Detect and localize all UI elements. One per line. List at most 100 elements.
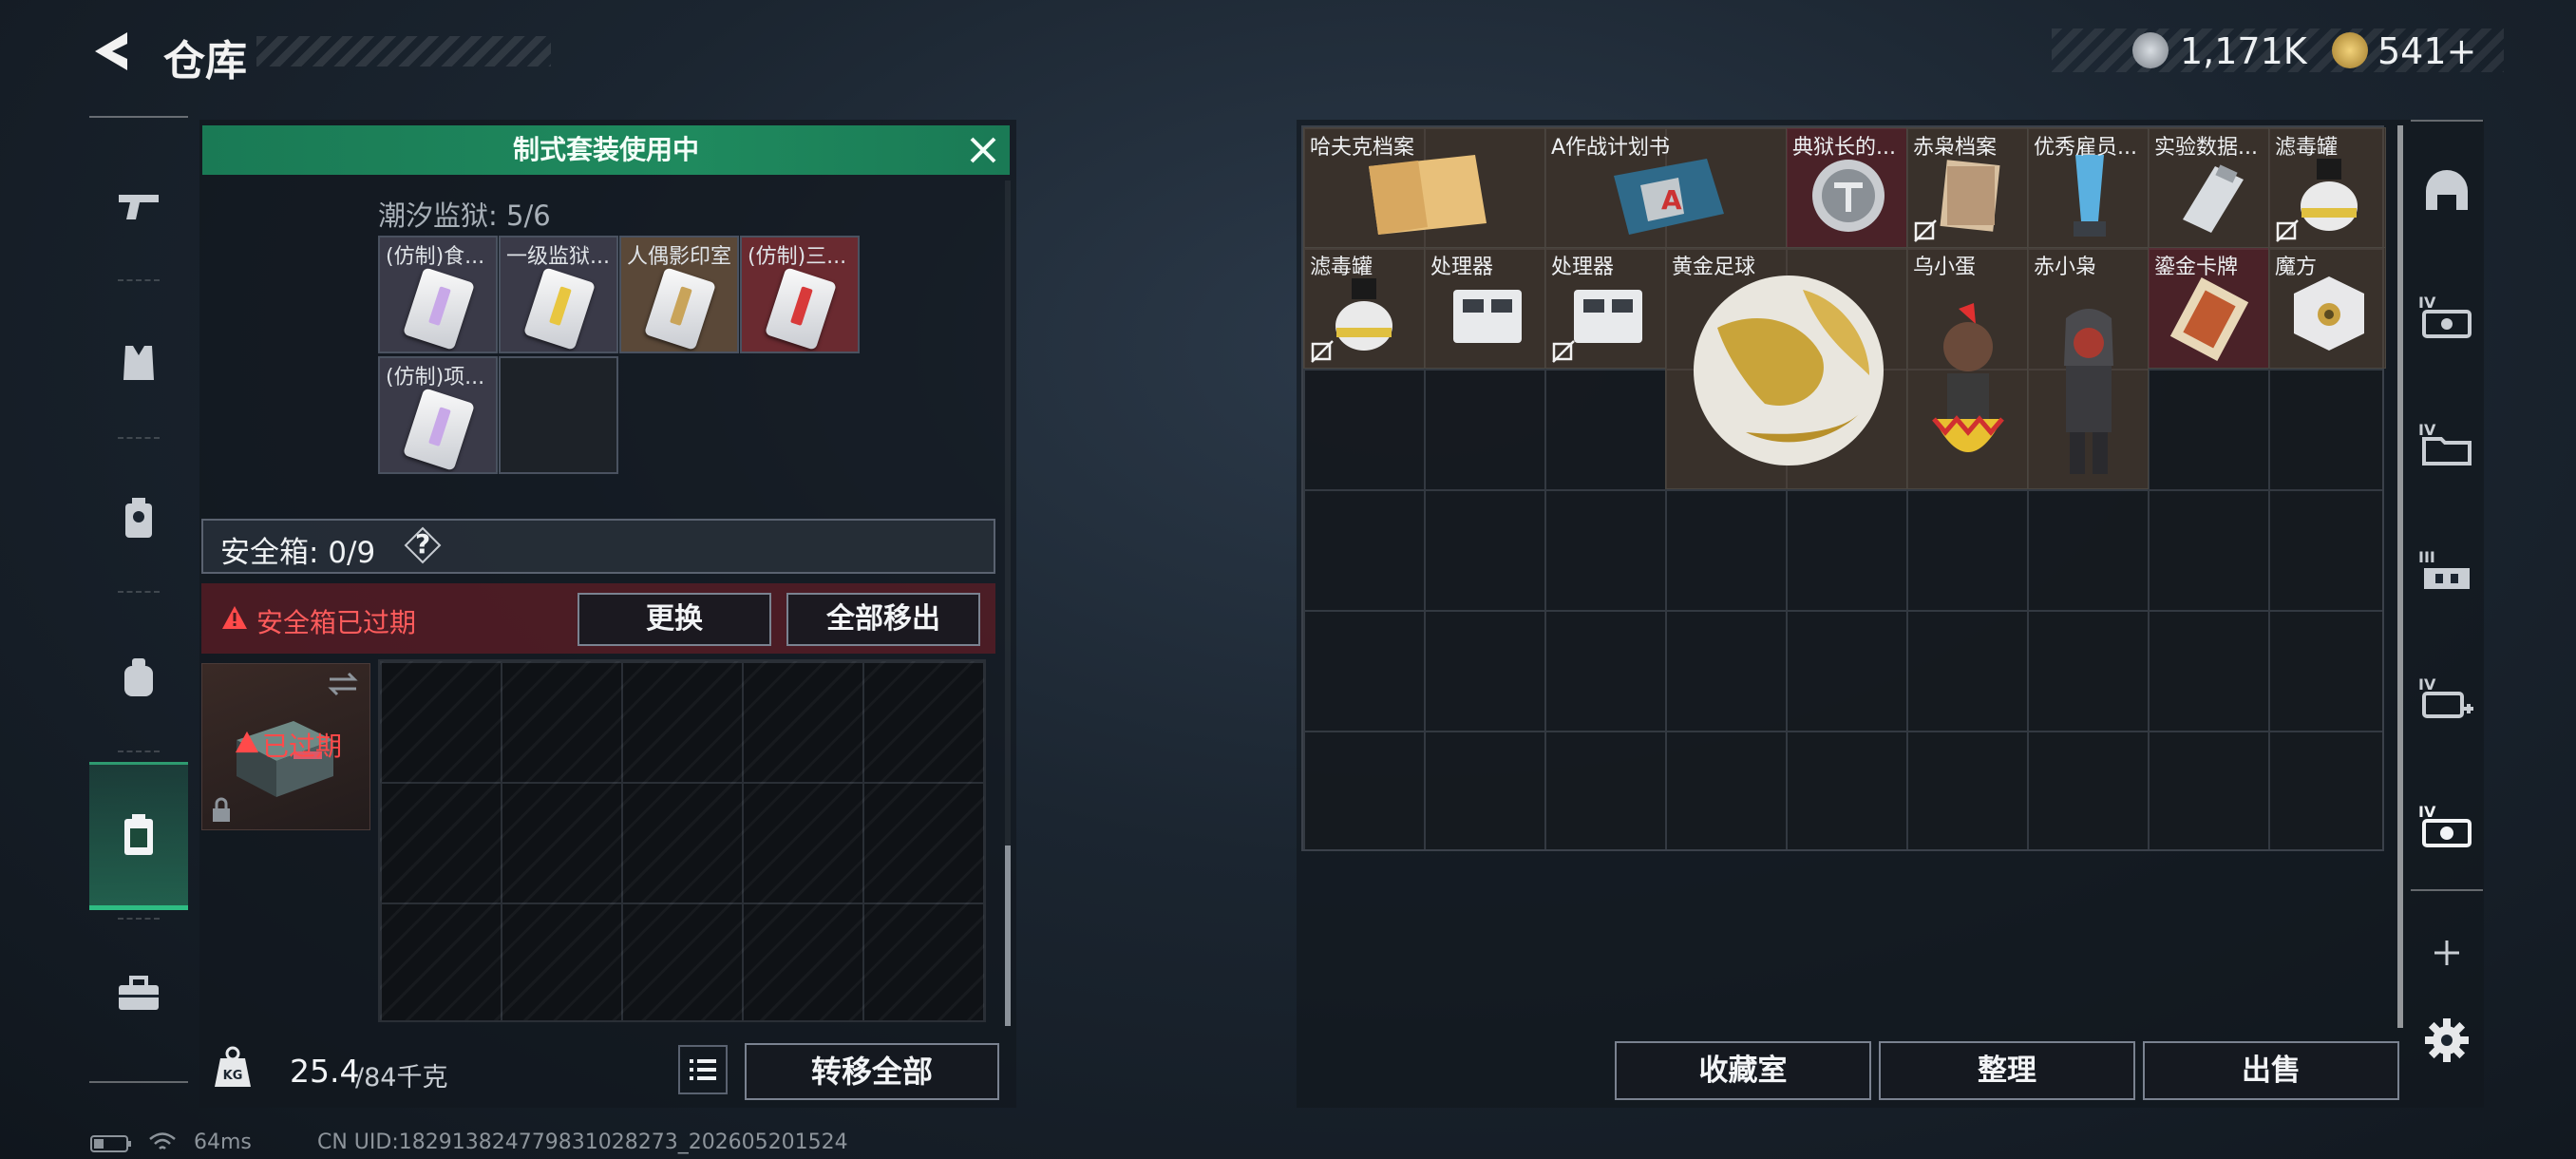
filter-canister-icon <box>2301 159 2358 231</box>
stash-scrollbar[interactable] <box>2397 125 2403 1028</box>
stash-item[interactable]: 黄金足球 <box>1665 247 1907 489</box>
stash-item[interactable]: A A作战计划书 <box>1544 127 1787 248</box>
settings-icon <box>2425 1018 2469 1062</box>
transfer-all-button[interactable]: 转移全部 <box>745 1043 999 1100</box>
set-item-slot[interactable]: (仿制)食... <box>378 236 498 353</box>
remove-all-button[interactable]: 全部移出 <box>786 593 980 646</box>
egg-figure-icon <box>1932 303 2004 452</box>
gold-currency-value: 541+ <box>2377 30 2477 72</box>
stash-item[interactable]: 优秀雇员... <box>2027 127 2149 248</box>
container-slot-1[interactable]: IV <box>2411 264 2483 369</box>
expired-message: 安全箱已过期 <box>256 607 417 638</box>
stash-item[interactable]: 实验数据... <box>2148 127 2269 248</box>
iv-folder-icon: IV <box>2418 421 2472 466</box>
armor-tab[interactable] <box>89 306 188 420</box>
weight-icon: KG <box>213 1045 253 1089</box>
set-progress-label: 潮汐监狱: 5/6 <box>378 200 551 232</box>
stash-item[interactable]: 滤毒罐 <box>2268 127 2386 248</box>
chest-rig-icon <box>125 498 152 538</box>
golden-football-icon <box>1694 276 1884 466</box>
user-uid: CN UID:182913824779831028273_20260520152… <box>317 1130 848 1154</box>
replace-button[interactable]: 更换 <box>578 593 771 646</box>
stash-item[interactable]: 典狱长的... <box>1786 127 1907 248</box>
toolbox-icon <box>119 976 159 1010</box>
helmet-slot-icon <box>2426 170 2468 210</box>
stash-item[interactable]: 乌小蛋 <box>1906 247 2028 489</box>
hooded-figure-icon <box>2064 309 2113 474</box>
warning-icon <box>220 604 249 635</box>
stash-grid[interactable]: 哈夫克档案 A A作战计划书 典狱长的... 赤枭档案 优秀雇员... 实验数据… <box>1301 125 2386 851</box>
ping-value: 64ms <box>194 1130 252 1154</box>
no-trade-icon <box>1311 340 1334 363</box>
item-card-icon <box>764 267 838 351</box>
container-slot-5[interactable]: IV <box>2411 773 2483 878</box>
carry-weight-max: /84千克 <box>355 1063 448 1092</box>
plan-book-icon: A <box>1614 159 1724 235</box>
gold-coin-icon <box>2332 32 2368 68</box>
toolbox-tab[interactable] <box>89 937 188 1051</box>
no-trade-icon <box>1552 340 1575 363</box>
silver-currency-value: 1,171K <box>2180 30 2307 72</box>
processor-icon <box>1453 290 1522 343</box>
item-card-icon <box>522 267 597 351</box>
container-slot-2[interactable]: IV <box>2411 391 2483 496</box>
lock-icon <box>213 797 230 822</box>
stash-item[interactable]: 处理器 <box>1424 247 1545 369</box>
scrollbar-thumb[interactable] <box>1005 846 1011 1026</box>
set-banner-text: 制式套装使用中 <box>512 134 699 165</box>
stash-item[interactable]: 哈夫克档案 <box>1303 127 1545 248</box>
battery-icon <box>90 1134 132 1157</box>
stash-item[interactable]: 魔方 <box>2268 247 2386 369</box>
safe-box-grid[interactable] <box>378 659 986 1022</box>
rig-tab[interactable] <box>89 462 188 576</box>
wifi-icon <box>148 1130 177 1157</box>
item-card-icon <box>402 267 476 351</box>
backpack-tab[interactable] <box>89 621 188 735</box>
collection-room-button[interactable]: 收藏室 <box>1615 1041 1871 1100</box>
svg-text:KG: KG <box>223 1069 243 1083</box>
container-slot-3[interactable]: III <box>2411 519 2483 623</box>
weapon-tab[interactable] <box>89 149 188 263</box>
item-card-icon <box>402 388 476 471</box>
iv-armor-icon: IV <box>2418 294 2472 338</box>
list-view-button[interactable] <box>678 1045 728 1094</box>
set-item-slot[interactable]: (仿制)三... <box>740 236 860 353</box>
safe-box-tab[interactable] <box>89 762 188 910</box>
set-item-slot[interactable]: 一级监狱... <box>499 236 618 353</box>
settings-button[interactable] <box>2411 1005 2483 1075</box>
add-icon <box>2434 940 2459 965</box>
warning-icon <box>234 730 260 758</box>
currency-bar: 1,171K 541+ <box>2052 28 2504 72</box>
svg-text:IV: IV <box>2418 294 2436 312</box>
close-icon[interactable] <box>964 131 1002 169</box>
helmet-slot[interactable] <box>2411 139 2483 243</box>
set-item-grid: (仿制)食... 一级监狱... 人偶影印室 (仿制)三... (仿制)项... <box>378 236 862 479</box>
usb-drive-icon <box>2183 164 2244 233</box>
armor-vest-icon <box>123 346 154 380</box>
set-item-slot[interactable]: (仿制)项... <box>378 356 498 474</box>
container-rail: IV IV III IV IV <box>2411 120 2483 1108</box>
help-icon[interactable]: ? <box>404 526 442 564</box>
sell-button[interactable]: 出售 <box>2143 1041 2399 1100</box>
empty-set-slot[interactable] <box>499 356 618 474</box>
stash-item[interactable]: 处理器 <box>1544 247 1666 369</box>
container-slot-4[interactable]: IV <box>2411 646 2483 750</box>
papers-icon <box>1940 160 2000 232</box>
add-container-button[interactable] <box>2411 918 2483 988</box>
stash-item[interactable]: 鎏金卡牌 <box>2148 247 2269 369</box>
gilded-card-icon <box>2169 276 2249 362</box>
stash-item[interactable]: 滤毒罐 <box>1303 247 1425 369</box>
iv-med-icon: IV <box>2418 675 2473 718</box>
pistol-icon <box>119 195 159 219</box>
list-icon <box>690 1059 716 1080</box>
swap-icon[interactable] <box>326 670 360 698</box>
item-expired-label: 已过期 <box>262 731 343 762</box>
stash-item[interactable]: 赤枭档案 <box>1906 127 2028 248</box>
stash-item[interactable]: 赤小枭 <box>2027 247 2149 489</box>
set-item-slot[interactable]: 人偶影印室 <box>619 236 739 353</box>
back-arrow-icon[interactable] <box>87 27 135 76</box>
organize-button[interactable]: 整理 <box>1879 1041 2135 1100</box>
svg-text:III: III <box>2418 548 2435 566</box>
item-card-icon <box>643 267 717 351</box>
no-trade-icon <box>1914 219 1937 242</box>
